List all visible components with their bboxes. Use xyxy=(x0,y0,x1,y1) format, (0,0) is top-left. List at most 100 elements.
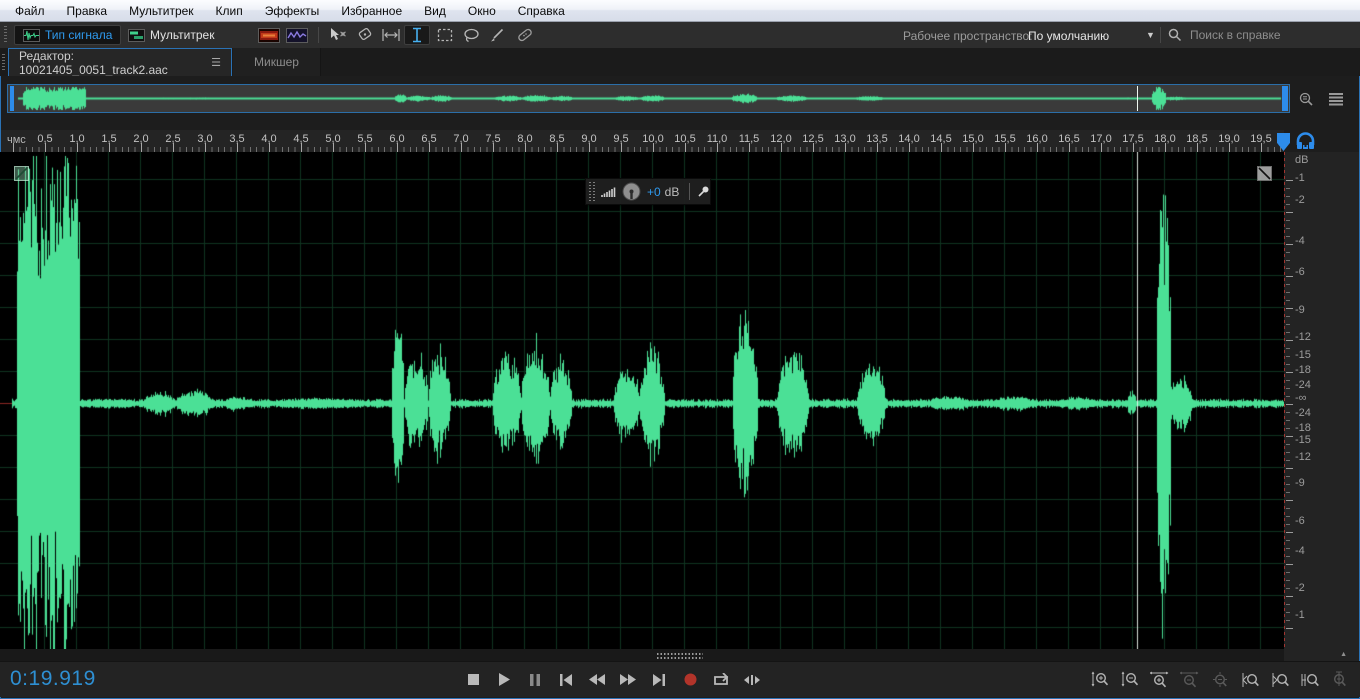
move-tool-icon xyxy=(328,27,346,43)
zoom-out-horizontal-button[interactable] xyxy=(1175,668,1204,691)
razor-tool-icon xyxy=(357,27,373,43)
waveform-view-label: Тип сигнала xyxy=(45,28,112,42)
db-scale-label: dB xyxy=(1295,154,1335,166)
fast-forward-button[interactable] xyxy=(613,668,643,691)
db-scale-label: -15 xyxy=(1295,434,1335,446)
panel-menu-icon[interactable]: ☰ xyxy=(211,56,221,69)
overview-right-handle[interactable] xyxy=(1282,86,1288,111)
stop-button[interactable] xyxy=(458,668,488,691)
db-scale-label: -4 xyxy=(1295,235,1335,247)
zoom-reset-button[interactable] xyxy=(1205,668,1234,691)
menu-item-0[interactable]: Файл xyxy=(4,1,56,21)
healing-brush-icon xyxy=(516,27,534,43)
gain-knob[interactable] xyxy=(622,182,641,201)
navigator-zoom-icon xyxy=(1298,91,1315,108)
fade-out-handle[interactable] xyxy=(1257,166,1272,181)
gain-unit-label: dB xyxy=(665,185,680,199)
gain-hud[interactable]: +0 dB xyxy=(585,178,711,205)
marquee-tool-button[interactable] xyxy=(432,25,458,45)
toolbar-separator xyxy=(318,27,319,43)
move-tool-button[interactable] xyxy=(324,25,350,45)
rewind-button[interactable] xyxy=(582,668,612,691)
tab-editor[interactable]: Редактор: 10021405_0051_track2.aac ☰ xyxy=(8,48,232,76)
waveform-display[interactable]: +0 dB xyxy=(0,152,1284,649)
db-scale-label: -15 xyxy=(1295,349,1335,361)
amplitude-scale[interactable]: dB-1-2-4-6-9-12-15-18-24-∞-24-18-15-12-9… xyxy=(1284,152,1359,649)
healing-brush-tool-button[interactable] xyxy=(512,25,538,45)
zoom-in-vertical-button[interactable] xyxy=(1085,668,1114,691)
multitrack-view-button[interactable]: Мультитрек xyxy=(120,25,222,45)
headphones-icon[interactable] xyxy=(1295,131,1316,151)
zoom-in-horizontal-button[interactable] xyxy=(1145,668,1174,691)
horizontal-scrollbar[interactable] xyxy=(0,649,1284,661)
razor-tool-button[interactable] xyxy=(352,25,378,45)
zoom-in-point-button[interactable] xyxy=(1235,668,1264,691)
spectrogram-icon xyxy=(258,28,280,43)
scroll-up-icon[interactable]: ▲ xyxy=(1340,651,1347,658)
time-selection-tool-button[interactable] xyxy=(378,25,404,45)
pitch-display-button[interactable] xyxy=(284,25,310,45)
time-display[interactable]: 0:19.919 xyxy=(10,667,96,691)
menu-item-8[interactable]: Справка xyxy=(507,1,576,21)
fade-in-handle[interactable] xyxy=(14,166,29,181)
zoom-out-vertical-button[interactable] xyxy=(1115,668,1144,691)
db-scale-label: -24 xyxy=(1295,379,1335,391)
waveform-canvas[interactable] xyxy=(0,152,1284,649)
clip-boundary-line xyxy=(1284,152,1285,649)
lasso-tool-icon xyxy=(463,28,480,43)
menu-item-3[interactable]: Клип xyxy=(205,1,254,21)
overview-left-handle[interactable] xyxy=(10,86,14,111)
menu-item-4[interactable]: Эффекты xyxy=(254,1,331,21)
zoom-controls xyxy=(1085,668,1354,691)
help-search-field[interactable]: Поиск в справке xyxy=(1168,25,1348,45)
db-scale-label: -∞ xyxy=(1295,392,1335,404)
workspace-select[interactable]: По умолчанию xyxy=(1028,29,1109,43)
tab-mixer[interactable]: Микшер xyxy=(233,48,321,76)
pin-hud-icon[interactable] xyxy=(697,185,710,198)
go-to-end-button[interactable] xyxy=(644,668,674,691)
skip-selection-button[interactable] xyxy=(737,668,767,691)
db-scale-label: -2 xyxy=(1295,194,1335,206)
ruler-major-ticks xyxy=(13,143,1284,152)
brush-tool-button[interactable] xyxy=(484,25,510,45)
volume-bars-icon xyxy=(601,185,618,198)
db-scale-label: -12 xyxy=(1295,451,1335,463)
db-scale-label: -12 xyxy=(1295,331,1335,343)
toolbar-separator xyxy=(1160,27,1161,43)
ibeam-tool-icon xyxy=(411,27,423,43)
ibeam-tool-button[interactable] xyxy=(404,25,430,45)
zoom-out-point-button[interactable] xyxy=(1265,668,1294,691)
zoom-full-vertical-button[interactable] xyxy=(1325,668,1354,691)
db-scale-label: -1 xyxy=(1295,172,1335,184)
overview-navigator[interactable] xyxy=(7,84,1290,113)
zoom-selection-button[interactable] xyxy=(1295,668,1324,691)
timeline-ruler[interactable]: чмс 0,51,01,52,02,53,03,54,04,55,05,56,0… xyxy=(1,130,1284,152)
menu-item-6[interactable]: Вид xyxy=(413,1,457,21)
overview-waveform[interactable] xyxy=(8,85,1289,112)
menu-item-5[interactable]: Избранное xyxy=(330,1,413,21)
panel-tab-bar: Редактор: 10021405_0051_track2.aac ☰ Мик… xyxy=(0,48,1360,76)
waveform-view-button[interactable]: Тип сигнала xyxy=(14,25,121,45)
go-to-start-button[interactable] xyxy=(551,668,581,691)
navigator-menu-button[interactable] xyxy=(1324,89,1348,109)
db-scale-label: -9 xyxy=(1295,304,1335,316)
lasso-tool-button[interactable] xyxy=(458,25,484,45)
menu-item-2[interactable]: Мультитрек xyxy=(118,1,204,21)
pause-button[interactable] xyxy=(520,668,550,691)
toolbar-grip[interactable] xyxy=(4,26,7,44)
gain-value[interactable]: +0 xyxy=(647,185,661,199)
workspace-dropdown-arrow-icon[interactable]: ▼ xyxy=(1146,30,1155,40)
scrollbar-grip[interactable] xyxy=(657,653,703,659)
play-button[interactable] xyxy=(489,668,519,691)
tabbar-grip[interactable] xyxy=(2,54,5,70)
db-scale-label: -18 xyxy=(1295,422,1335,434)
navigator-zoom-button[interactable] xyxy=(1294,89,1318,109)
menu-item-1[interactable]: Правка xyxy=(56,1,119,21)
marquee-tool-icon xyxy=(437,28,453,42)
loop-playback-button[interactable] xyxy=(706,668,736,691)
db-scale-label: -6 xyxy=(1295,266,1335,278)
spectrogram-display-button[interactable] xyxy=(256,25,282,45)
record-button[interactable] xyxy=(675,668,705,691)
hud-grip[interactable] xyxy=(589,182,596,201)
menu-item-7[interactable]: Окно xyxy=(457,1,507,21)
